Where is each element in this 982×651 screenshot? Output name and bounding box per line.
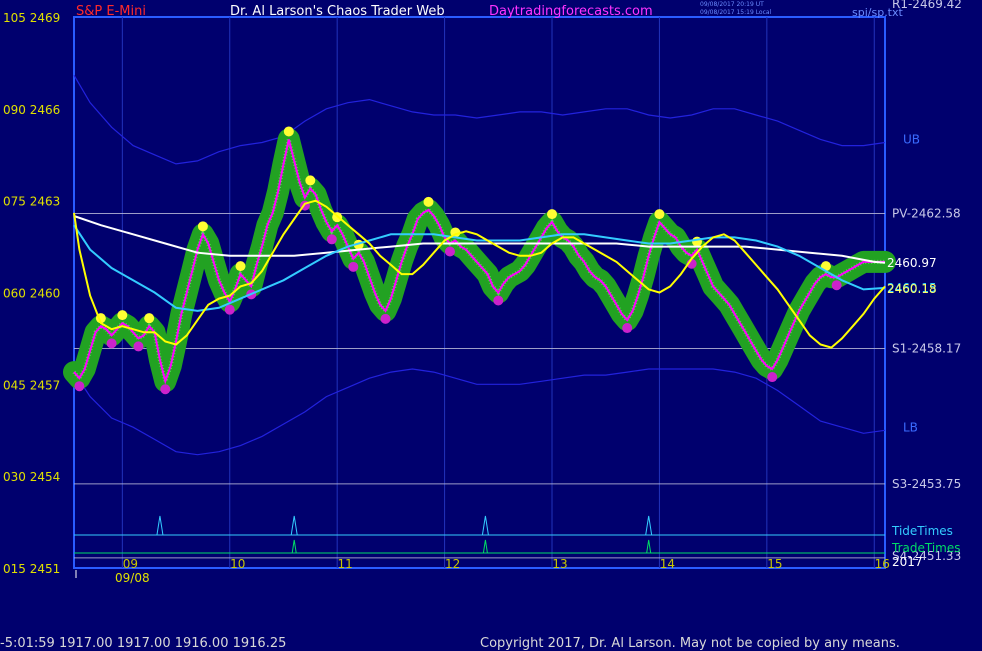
trade-spike bbox=[291, 539, 297, 554]
chart-canvas: 09 10 11 12 13 14 15 16 105 2469 090 2466 075 2463… bbox=[3, 0, 962, 585]
swing-low-dot bbox=[348, 261, 359, 272]
x-tick-label: 15 bbox=[767, 557, 782, 571]
y-tick-label: 090 2466 bbox=[3, 103, 60, 117]
swing-low-dot bbox=[444, 246, 455, 257]
swing-low-dot bbox=[380, 313, 391, 324]
tide-spike bbox=[156, 515, 164, 536]
upper-band-line bbox=[73, 74, 886, 165]
data-file-label: spi/sp.txt bbox=[852, 6, 903, 19]
y-tick-label: 060 2460 bbox=[3, 287, 60, 301]
y-tick-label: 075 2463 bbox=[3, 195, 60, 209]
x-tick-label: 16 bbox=[875, 557, 890, 571]
swing-low-dot bbox=[106, 338, 117, 349]
level-label: PV-2462.58 bbox=[892, 207, 961, 221]
site-title: Dr. Al Larson's Chaos Trader Web bbox=[230, 4, 445, 19]
trade-times-label: TradeTimes bbox=[891, 541, 960, 555]
swing-high-dot bbox=[692, 236, 703, 247]
swing-low-dot bbox=[133, 341, 144, 352]
tide-spike bbox=[290, 515, 298, 536]
swing-high-dot bbox=[117, 310, 128, 321]
level-label: S1-2458.17 bbox=[892, 342, 961, 356]
x-tick-label: 14 bbox=[660, 557, 675, 571]
lower-band-line bbox=[73, 368, 886, 456]
tide-times-label: TideTimes bbox=[891, 524, 953, 538]
site-link[interactable]: Daytradingforecasts.com bbox=[489, 4, 653, 19]
upper-band-label: UB bbox=[903, 133, 920, 147]
last-value-label: 2460.18 bbox=[887, 282, 937, 296]
swing-low-dot bbox=[767, 372, 778, 383]
swing-high-dot bbox=[197, 221, 208, 232]
x-tick-label: 10 bbox=[230, 557, 245, 571]
lower-band-label: LB bbox=[903, 420, 918, 434]
swing-high-dot bbox=[144, 313, 155, 324]
swing-low-dot bbox=[160, 384, 171, 395]
swing-low-dot bbox=[326, 234, 337, 245]
level-label: S3-2453.75 bbox=[892, 477, 961, 491]
quote-line: -5:01:59 1917.00 1917.00 1916.00 1916.25 bbox=[0, 636, 287, 651]
y-tick-label: 045 2457 bbox=[3, 378, 60, 392]
x-tick-label: 13 bbox=[552, 557, 567, 571]
x-tick-label: 12 bbox=[445, 557, 460, 571]
trade-spike bbox=[646, 539, 652, 554]
swing-high-dot bbox=[235, 261, 246, 272]
timestamp-ut: 09/08/2017 20:19 UT bbox=[700, 1, 764, 8]
swing-low-dot bbox=[622, 323, 633, 334]
tide-spike bbox=[481, 515, 489, 536]
swing-high-dot bbox=[654, 209, 665, 220]
swing-high-dot bbox=[547, 209, 558, 220]
x-tick-label: 09 bbox=[123, 557, 138, 571]
swing-low-dot bbox=[74, 381, 85, 392]
tide-spike bbox=[645, 515, 653, 536]
date-label: 09/08 bbox=[115, 571, 150, 585]
last-value-label: 2460.97 bbox=[887, 256, 937, 270]
x-tick-label: 11 bbox=[338, 557, 353, 571]
trade-spike bbox=[482, 539, 488, 554]
timestamp-local: 09/08/2017 15:19 Local bbox=[700, 9, 772, 16]
y-tick-label: 030 2454 bbox=[3, 470, 60, 484]
swing-high-dot bbox=[423, 196, 434, 207]
swing-low-dot bbox=[224, 304, 235, 315]
y-tick-label: 105 2469 bbox=[3, 11, 60, 25]
swing-low-dot bbox=[493, 295, 504, 306]
symbol-title: S&P E-Mini bbox=[76, 4, 146, 19]
year-label: 2017 bbox=[892, 555, 923, 569]
swing-high-dot bbox=[283, 126, 294, 137]
copyright-notice: Copyright 2017, Dr. Al Larson. May not b… bbox=[480, 636, 900, 651]
swing-high-dot bbox=[305, 175, 316, 186]
swing-low-dot bbox=[831, 280, 842, 291]
y-tick-label: 015 2451 bbox=[3, 562, 60, 576]
